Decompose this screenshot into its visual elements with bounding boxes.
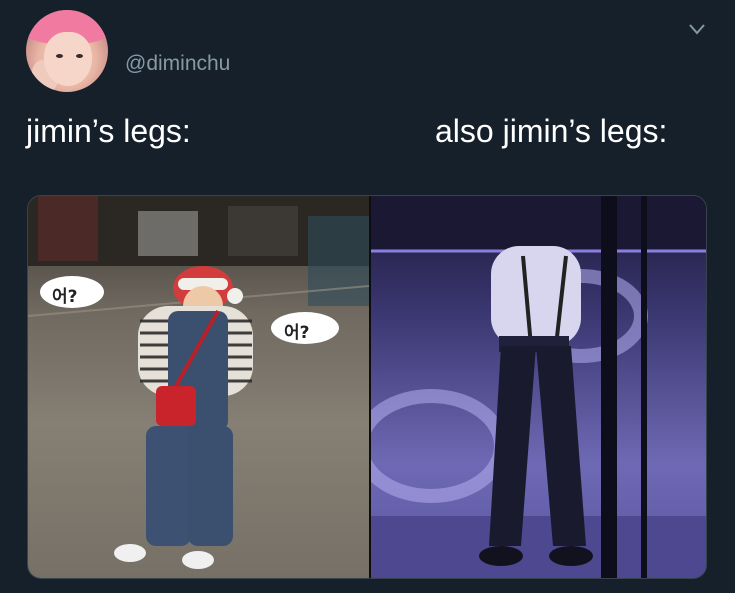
user-handle[interactable]: @diminchu <box>125 52 230 76</box>
avatar-eye <box>76 54 83 58</box>
avatar-eye <box>56 54 63 58</box>
speech-bubble-2: 어? <box>278 316 316 345</box>
photo-left: 어? 어? <box>28 196 369 578</box>
chevron-down-icon[interactable] <box>688 22 706 36</box>
caption-left: jimin’s legs: <box>26 113 191 149</box>
speech-bubble-2-text: 어? <box>284 323 310 343</box>
photo-left-illustration <box>28 196 369 569</box>
speech-bubble-1: 어? <box>46 280 84 309</box>
caption-right: also jimin’s legs: <box>435 113 668 149</box>
speech-bubble-1-text: 어? <box>52 287 78 307</box>
avatar-face <box>44 32 92 86</box>
avatar[interactable] <box>26 10 108 92</box>
photo-right-illustration <box>371 196 706 578</box>
photo-right <box>371 196 706 578</box>
media-image[interactable]: 어? 어? <box>27 195 707 579</box>
